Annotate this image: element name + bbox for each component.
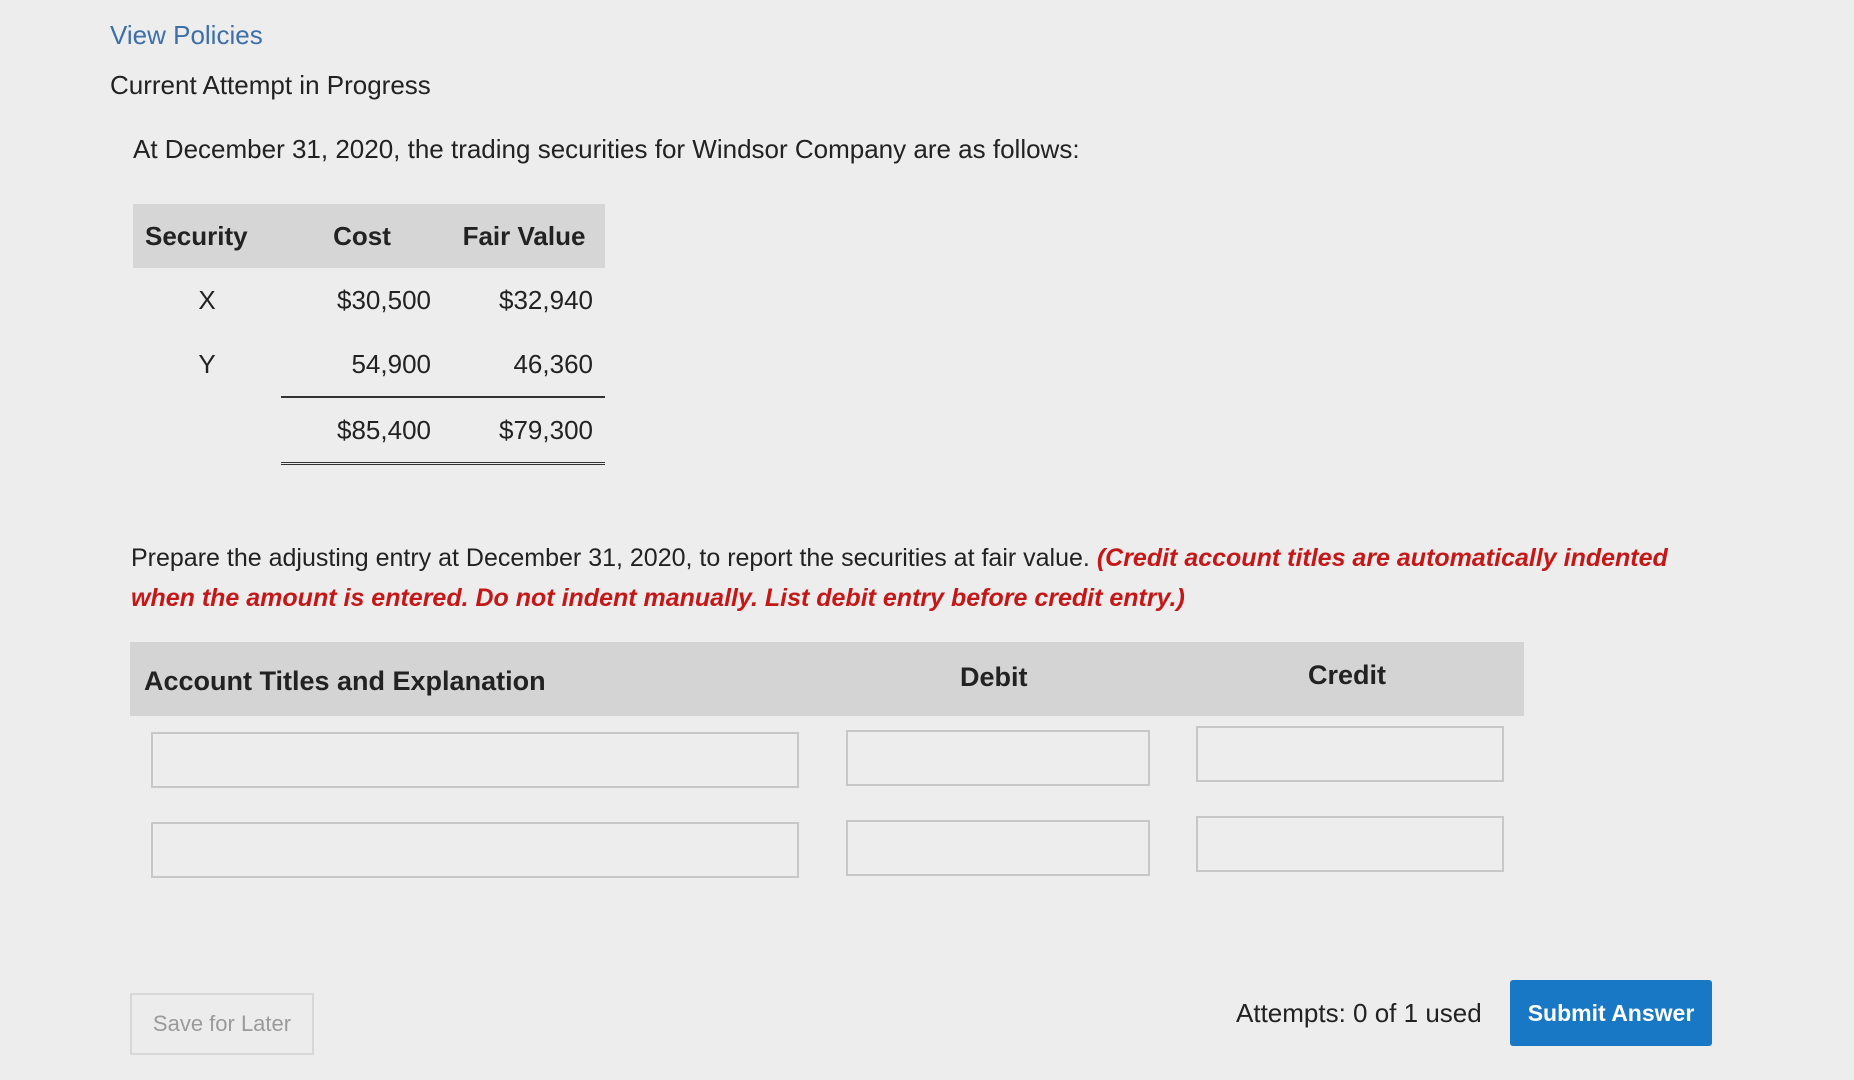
table-row: Y 54,900 46,360 [133,332,605,398]
header-account-titles: Account Titles and Explanation [144,666,546,696]
debit-input[interactable] [846,730,1150,786]
total-fair-value: $79,300 [443,397,605,465]
security-fair-value: 46,360 [443,332,605,398]
header-security: Security [133,204,281,268]
journal-table-header: Account Titles and Explanation Debit Cre… [130,642,1524,716]
security-name: Y [198,349,216,379]
attempts-counter: Attempts: 0 of 1 used [1236,998,1482,1028]
debit-input[interactable] [846,820,1150,876]
footer-bar: Save for Later Attempts: 0 of 1 used Sub… [0,960,1854,1080]
header-debit: Debit [960,662,1028,692]
totals-row: $85,400 $79,300 [133,397,605,465]
instructions-text: Prepare the adjusting entry at December … [131,544,1090,572]
question-page: View Policies Current Attempt in Progres… [0,0,1854,1080]
security-name: X [198,284,216,315]
header-credit: Credit [1308,660,1387,690]
security-fair-value: $32,940 [499,284,593,315]
total-cost: $85,400 [281,397,443,465]
securities-table-header: Security Cost Fair Value [133,204,605,268]
save-for-later-button[interactable]: Save for Later [130,993,314,1055]
question-intro: At December 31, 2020, the trading securi… [133,134,1080,164]
totals-label-cell [133,397,281,464]
view-policies-link[interactable]: View Policies [110,20,263,51]
submit-answer-button[interactable]: Submit Answer [1510,980,1712,1046]
account-title-input[interactable] [151,822,799,878]
security-cost: $30,500 [337,284,431,315]
header-fair-value: Fair Value [443,204,605,268]
security-cost: 54,900 [281,332,443,398]
attempt-status-title: Current Attempt in Progress [110,70,431,100]
table-row: X $30,500 $32,940 [133,268,605,332]
header-cost: Cost [281,204,443,268]
account-title-input[interactable] [151,732,799,788]
credit-input[interactable] [1196,816,1504,872]
credit-input[interactable] [1196,726,1504,782]
securities-table: Security Cost Fair Value X $30,500 $32,9… [133,204,605,465]
question-instructions: Prepare the adjusting entry at December … [131,538,1691,618]
